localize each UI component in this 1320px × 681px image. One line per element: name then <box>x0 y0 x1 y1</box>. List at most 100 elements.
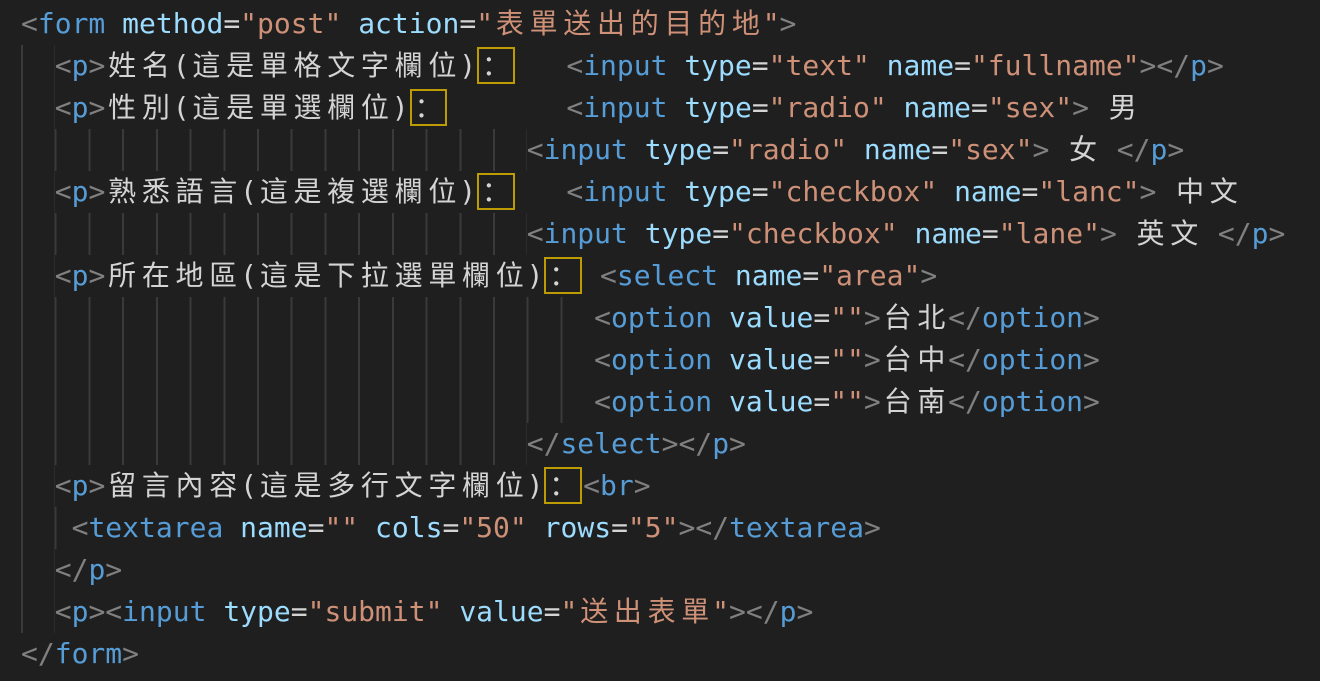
token-punct: </ <box>55 553 89 586</box>
token-tag: p <box>1190 49 1207 82</box>
cjk-glyph: 下 <box>324 255 358 297</box>
indent-guides <box>21 129 527 171</box>
token-str: "lanc" <box>1038 175 1139 208</box>
token-eq: = <box>442 511 459 544</box>
cjk-glyph: 區 <box>206 255 240 297</box>
code-line: <p>姓名(這是單格文字欄位)： <input type="text" name… <box>21 45 1320 87</box>
cjk-glyph: 是 <box>291 465 325 507</box>
cjk-glyph: 男 <box>1106 87 1140 129</box>
cjk-glyph: 欄 <box>459 255 493 297</box>
token-text <box>206 595 223 628</box>
token-punct: < <box>55 175 72 208</box>
token-tag: input <box>544 133 628 166</box>
token-punct: > <box>105 553 122 586</box>
indent-guides <box>21 87 55 129</box>
token-text <box>898 217 915 250</box>
cjk-glyph: 字 <box>358 45 392 87</box>
token-punct: < <box>600 259 617 292</box>
token-punct: > <box>864 385 881 418</box>
token-attr: type <box>223 595 290 628</box>
token-tag: option <box>982 385 1083 418</box>
token-str: "area" <box>819 259 920 292</box>
token-attr: rows <box>544 511 611 544</box>
token-tag: textarea <box>729 511 864 544</box>
indent-guides <box>21 213 527 255</box>
token-str: "submit" <box>308 595 443 628</box>
cjk-glyph: 選 <box>358 171 392 213</box>
cjk-glyph: 單 <box>257 45 291 87</box>
token-str: "" <box>830 343 864 376</box>
token-text: 姓名(這是單格文字欄位) <box>105 49 476 82</box>
token-text <box>341 7 358 40</box>
token-str: "text" <box>769 49 870 82</box>
token-text <box>358 511 375 544</box>
token-attr: value <box>729 343 813 376</box>
token-attr: type <box>684 49 751 82</box>
token-punct: </ <box>1218 217 1252 250</box>
token-attr: type <box>645 217 712 250</box>
code-line: <option value="">台中</option> <box>21 339 1320 381</box>
token-tag: option <box>611 301 712 334</box>
token-punct: > <box>1140 49 1157 82</box>
token-text: 英文 <box>1117 217 1218 250</box>
indent-guides <box>21 465 55 507</box>
token-punct: </ <box>1117 133 1151 166</box>
cjk-glyph: 位 <box>493 465 527 507</box>
token-tag: textarea <box>88 511 223 544</box>
token-text: 台北 <box>881 301 948 334</box>
token-text: 台南 <box>881 385 948 418</box>
code-editor[interactable]: <form method="post" action="表單送出的目的地"> <… <box>0 0 1320 675</box>
indent-guides <box>21 171 55 213</box>
cjk-glyph: 單 <box>257 87 291 129</box>
token-text <box>712 385 729 418</box>
token-punct: > <box>796 595 813 628</box>
token-tag: p <box>72 49 89 82</box>
token-eq: = <box>971 91 988 124</box>
token-punct: < <box>594 385 611 418</box>
token-text: 性別(這是單選欄位) <box>105 91 408 124</box>
indent-guides <box>21 507 72 549</box>
token-punct: < <box>105 595 122 628</box>
token-eq: = <box>752 175 769 208</box>
token-punct: </ <box>948 301 982 334</box>
token-text <box>516 49 567 82</box>
cjk-glyph: 語 <box>173 171 207 213</box>
cjk-glyph: 目 <box>662 3 696 45</box>
indent-guides <box>21 381 594 423</box>
token-tag: br <box>600 469 634 502</box>
code-line: <p>性別(這是單選欄位)： <input type="radio" name=… <box>21 87 1320 129</box>
cjk-glyph: 行 <box>358 465 392 507</box>
token-text: 留言內容(這是多行文字欄位) <box>105 469 543 502</box>
token-eq: = <box>813 343 830 376</box>
token-tag: p <box>72 469 89 502</box>
cjk-glyph: 北 <box>914 297 948 339</box>
cjk-glyph: 英 <box>1134 213 1168 255</box>
cjk-glyph: ： <box>479 171 513 213</box>
token-punct: > <box>1167 133 1184 166</box>
code-line: </p> <box>21 549 1320 591</box>
code-line: <option value="">台北</option> <box>21 297 1320 339</box>
token-punct: > <box>1033 133 1050 166</box>
token-text <box>583 259 600 292</box>
token-attr: method <box>122 7 223 40</box>
indent-guides <box>21 423 527 465</box>
cjk-glyph: 欄 <box>392 45 426 87</box>
token-eq: = <box>802 259 819 292</box>
token-str: "post" <box>240 7 341 40</box>
token-text <box>628 217 645 250</box>
cjk-glyph: 悉 <box>139 171 173 213</box>
token-text <box>718 259 735 292</box>
cjk-glyph: 字 <box>425 465 459 507</box>
token-text <box>712 343 729 376</box>
token-attr: type <box>684 91 751 124</box>
token-punct: < <box>55 91 72 124</box>
cjk-glyph: 在 <box>139 255 173 297</box>
cjk-glyph: ： <box>546 465 580 507</box>
token-punct: < <box>55 595 72 628</box>
cjk-glyph: 這 <box>190 87 224 129</box>
token-tag: p <box>72 175 89 208</box>
token-text: 台中 <box>881 343 948 376</box>
token-punct: > <box>1207 49 1224 82</box>
token-punct: > <box>1072 91 1089 124</box>
cjk-glyph: 這 <box>257 465 291 507</box>
